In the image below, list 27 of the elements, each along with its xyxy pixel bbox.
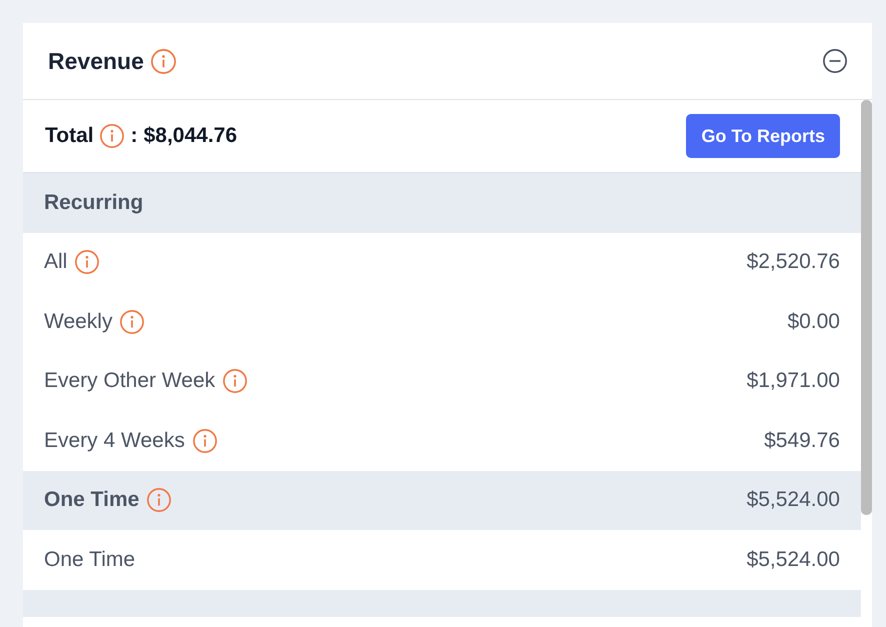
row-label: Weekly bbox=[44, 310, 112, 334]
info-icon[interactable] bbox=[150, 48, 176, 74]
card-title: Revenue bbox=[48, 48, 144, 74]
row-label: All bbox=[44, 250, 68, 274]
row-label: Every 4 Weeks bbox=[44, 428, 185, 453]
info-icon[interactable] bbox=[192, 428, 217, 453]
info-icon[interactable] bbox=[147, 488, 172, 512]
scrollbar-thumb[interactable] bbox=[861, 100, 872, 515]
row-amount: $5,524.00 bbox=[746, 488, 840, 512]
info-icon[interactable] bbox=[223, 369, 248, 394]
row-amount: $1,971.00 bbox=[746, 369, 840, 394]
total-amount: $8,044.76 bbox=[144, 124, 238, 148]
row-label: One Time bbox=[44, 548, 136, 572]
info-icon[interactable] bbox=[100, 124, 124, 148]
row-amount: $0.00 bbox=[787, 310, 840, 334]
info-icon[interactable] bbox=[75, 250, 100, 274]
total-separator: : bbox=[130, 124, 138, 148]
row-amount: $5,524.00 bbox=[746, 548, 840, 572]
total-label: Total bbox=[45, 124, 94, 148]
section-label: One Time bbox=[44, 488, 140, 512]
go-to-reports-button[interactable]: Go To Reports bbox=[686, 114, 840, 158]
row-amount: $2,520.76 bbox=[746, 250, 840, 274]
minus-circle-icon[interactable] bbox=[823, 49, 847, 73]
row-amount: $549.76 bbox=[764, 428, 840, 453]
section-label: Recurring bbox=[44, 190, 144, 215]
row-label: Every Other Week bbox=[44, 369, 216, 394]
info-icon[interactable] bbox=[120, 310, 144, 334]
